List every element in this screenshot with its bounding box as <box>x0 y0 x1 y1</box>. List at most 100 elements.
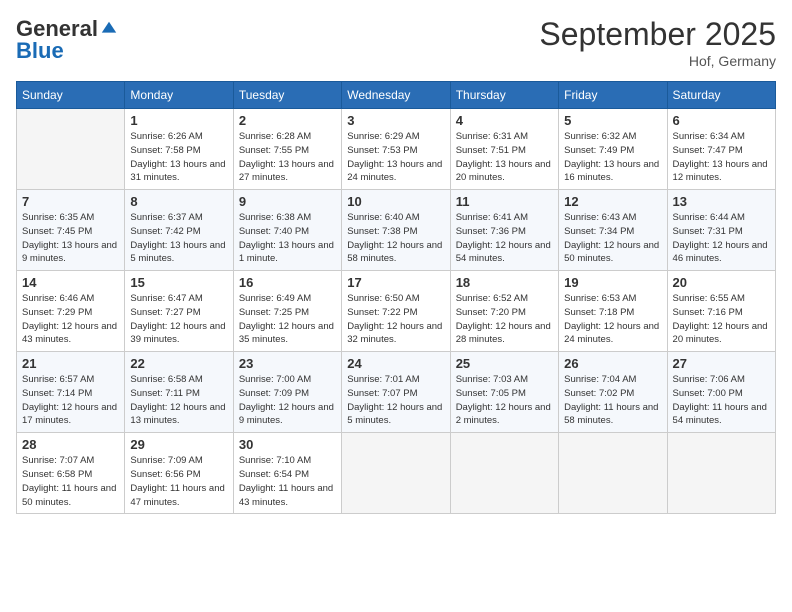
calendar-cell: 1 Sunrise: 6:26 AMSunset: 7:58 PMDaylight… <box>125 109 233 190</box>
col-header-monday: Monday <box>125 82 233 109</box>
day-number: 12 <box>564 194 661 209</box>
day-detail: Sunrise: 7:03 AMSunset: 7:05 PMDaylight:… <box>456 373 553 428</box>
calendar-row-2: 7 Sunrise: 6:35 AMSunset: 7:45 PMDaylight… <box>17 190 776 271</box>
col-header-sunday: Sunday <box>17 82 125 109</box>
day-detail: Sunrise: 6:52 AMSunset: 7:20 PMDaylight:… <box>456 292 553 347</box>
calendar-cell: 11Sunrise: 6:41 AMSunset: 7:36 PMDayligh… <box>450 190 558 271</box>
month-title: September 2025 <box>539 16 776 53</box>
calendar-cell: 23Sunrise: 7:00 AMSunset: 7:09 PMDayligh… <box>233 352 341 433</box>
calendar-cell: 25 Sunrise: 7:03 AMSunset: 7:05 PMDayligh… <box>450 352 558 433</box>
day-detail: Sunrise: 7:09 AMSunset: 6:56 PMDaylight:… <box>130 454 227 509</box>
calendar-cell <box>450 433 558 514</box>
day-number: 20 <box>673 275 770 290</box>
day-detail: Sunrise: 6:34 AMSunset: 7:47 PMDaylight:… <box>673 130 770 185</box>
day-number: 25 <box>456 356 553 371</box>
calendar-cell: 7 Sunrise: 6:35 AMSunset: 7:45 PMDaylight… <box>17 190 125 271</box>
day-detail: Sunrise: 6:28 AMSunset: 7:55 PMDaylight:… <box>239 130 336 185</box>
day-number: 17 <box>347 275 444 290</box>
calendar-cell: 4 Sunrise: 6:31 AMSunset: 7:51 PMDaylight… <box>450 109 558 190</box>
col-header-tuesday: Tuesday <box>233 82 341 109</box>
calendar-cell: 22Sunrise: 6:58 AMSunset: 7:11 PMDayligh… <box>125 352 233 433</box>
calendar-row-1: 1 Sunrise: 6:26 AMSunset: 7:58 PMDaylight… <box>17 109 776 190</box>
calendar-cell: 27 Sunrise: 7:06 AMSunset: 7:00 PMDayligh… <box>667 352 775 433</box>
day-number: 19 <box>564 275 661 290</box>
calendar-cell: 12 Sunrise: 6:43 AMSunset: 7:34 PMDayligh… <box>559 190 667 271</box>
day-detail: Sunrise: 7:04 AMSunset: 7:02 PMDaylight:… <box>564 373 661 428</box>
location: Hof, Germany <box>539 53 776 69</box>
day-detail: Sunrise: 6:47 AMSunset: 7:27 PMDaylight:… <box>130 292 227 347</box>
day-detail: Sunrise: 7:10 AMSunset: 6:54 PMDaylight:… <box>239 454 336 509</box>
day-detail: Sunrise: 6:26 AMSunset: 7:58 PMDaylight:… <box>130 130 227 185</box>
day-detail: Sunrise: 6:44 AMSunset: 7:31 PMDaylight:… <box>673 211 770 266</box>
calendar-cell: 5 Sunrise: 6:32 AMSunset: 7:49 PMDaylight… <box>559 109 667 190</box>
day-number: 29 <box>130 437 227 452</box>
day-detail: Sunrise: 6:43 AMSunset: 7:34 PMDaylight:… <box>564 211 661 266</box>
calendar-cell: 30Sunrise: 7:10 AMSunset: 6:54 PMDayligh… <box>233 433 341 514</box>
calendar-cell: 29 Sunrise: 7:09 AMSunset: 6:56 PMDayligh… <box>125 433 233 514</box>
logo-blue-text: Blue <box>16 38 64 64</box>
day-detail: Sunrise: 6:38 AMSunset: 7:40 PMDaylight:… <box>239 211 336 266</box>
day-number: 18 <box>456 275 553 290</box>
day-number: 26 <box>564 356 661 371</box>
day-number: 6 <box>673 113 770 128</box>
calendar-cell: 2 Sunrise: 6:28 AMSunset: 7:55 PMDaylight… <box>233 109 341 190</box>
day-detail: Sunrise: 6:29 AMSunset: 7:53 PMDaylight:… <box>347 130 444 185</box>
day-detail: Sunrise: 6:49 AMSunset: 7:25 PMDaylight:… <box>239 292 336 347</box>
day-number: 27 <box>673 356 770 371</box>
calendar-cell: 16Sunrise: 6:49 AMSunset: 7:25 PMDayligh… <box>233 271 341 352</box>
day-detail: Sunrise: 6:55 AMSunset: 7:16 PMDaylight:… <box>673 292 770 347</box>
calendar-cell <box>559 433 667 514</box>
day-detail: Sunrise: 6:50 AMSunset: 7:22 PMDaylight:… <box>347 292 444 347</box>
calendar-row-3: 14Sunrise: 6:46 AMSunset: 7:29 PMDayligh… <box>17 271 776 352</box>
day-detail: Sunrise: 6:31 AMSunset: 7:51 PMDaylight:… <box>456 130 553 185</box>
calendar-header-row: SundayMondayTuesdayWednesdayThursdayFrid… <box>17 82 776 109</box>
calendar-cell: 19 Sunrise: 6:53 AMSunset: 7:18 PMDayligh… <box>559 271 667 352</box>
day-number: 13 <box>673 194 770 209</box>
day-detail: Sunrise: 7:06 AMSunset: 7:00 PMDaylight:… <box>673 373 770 428</box>
calendar-cell <box>17 109 125 190</box>
day-number: 4 <box>456 113 553 128</box>
calendar-cell: 18 Sunrise: 6:52 AMSunset: 7:20 PMDayligh… <box>450 271 558 352</box>
calendar-cell: 28Sunrise: 7:07 AMSunset: 6:58 PMDayligh… <box>17 433 125 514</box>
day-number: 15 <box>130 275 227 290</box>
calendar-cell <box>342 433 450 514</box>
day-number: 8 <box>130 194 227 209</box>
day-number: 21 <box>22 356 119 371</box>
day-detail: Sunrise: 6:35 AMSunset: 7:45 PMDaylight:… <box>22 211 119 266</box>
day-number: 23 <box>239 356 336 371</box>
day-number: 10 <box>347 194 444 209</box>
day-detail: Sunrise: 6:53 AMSunset: 7:18 PMDaylight:… <box>564 292 661 347</box>
calendar-cell: 24Sunrise: 7:01 AMSunset: 7:07 PMDayligh… <box>342 352 450 433</box>
page-header: General Blue September 2025 Hof, Germany <box>16 16 776 69</box>
day-number: 7 <box>22 194 119 209</box>
col-header-friday: Friday <box>559 82 667 109</box>
day-number: 5 <box>564 113 661 128</box>
day-number: 3 <box>347 113 444 128</box>
calendar-cell: 20 Sunrise: 6:55 AMSunset: 7:16 PMDayligh… <box>667 271 775 352</box>
day-detail: Sunrise: 6:37 AMSunset: 7:42 PMDaylight:… <box>130 211 227 266</box>
day-detail: Sunrise: 6:41 AMSunset: 7:36 PMDaylight:… <box>456 211 553 266</box>
day-detail: Sunrise: 7:07 AMSunset: 6:58 PMDaylight:… <box>22 454 119 509</box>
day-detail: Sunrise: 6:40 AMSunset: 7:38 PMDaylight:… <box>347 211 444 266</box>
calendar-cell: 8 Sunrise: 6:37 AMSunset: 7:42 PMDaylight… <box>125 190 233 271</box>
col-header-saturday: Saturday <box>667 82 775 109</box>
calendar-cell: 15 Sunrise: 6:47 AMSunset: 7:27 PMDayligh… <box>125 271 233 352</box>
logo-icon <box>100 20 118 38</box>
day-number: 22 <box>130 356 227 371</box>
calendar-row-4: 21 Sunrise: 6:57 AMSunset: 7:14 PMDayligh… <box>17 352 776 433</box>
calendar-cell: 3 Sunrise: 6:29 AMSunset: 7:53 PMDaylight… <box>342 109 450 190</box>
day-detail: Sunrise: 6:57 AMSunset: 7:14 PMDaylight:… <box>22 373 119 428</box>
day-detail: Sunrise: 6:46 AMSunset: 7:29 PMDaylight:… <box>22 292 119 347</box>
day-detail: Sunrise: 6:32 AMSunset: 7:49 PMDaylight:… <box>564 130 661 185</box>
calendar-cell: 6 Sunrise: 6:34 AMSunset: 7:47 PMDaylight… <box>667 109 775 190</box>
day-detail: Sunrise: 7:01 AMSunset: 7:07 PMDaylight:… <box>347 373 444 428</box>
calendar-cell: 14Sunrise: 6:46 AMSunset: 7:29 PMDayligh… <box>17 271 125 352</box>
col-header-wednesday: Wednesday <box>342 82 450 109</box>
calendar-cell: 26 Sunrise: 7:04 AMSunset: 7:02 PMDayligh… <box>559 352 667 433</box>
title-block: September 2025 Hof, Germany <box>539 16 776 69</box>
day-number: 2 <box>239 113 336 128</box>
day-number: 1 <box>130 113 227 128</box>
calendar-row-5: 28Sunrise: 7:07 AMSunset: 6:58 PMDayligh… <box>17 433 776 514</box>
calendar-table: SundayMondayTuesdayWednesdayThursdayFrid… <box>16 81 776 514</box>
col-header-thursday: Thursday <box>450 82 558 109</box>
